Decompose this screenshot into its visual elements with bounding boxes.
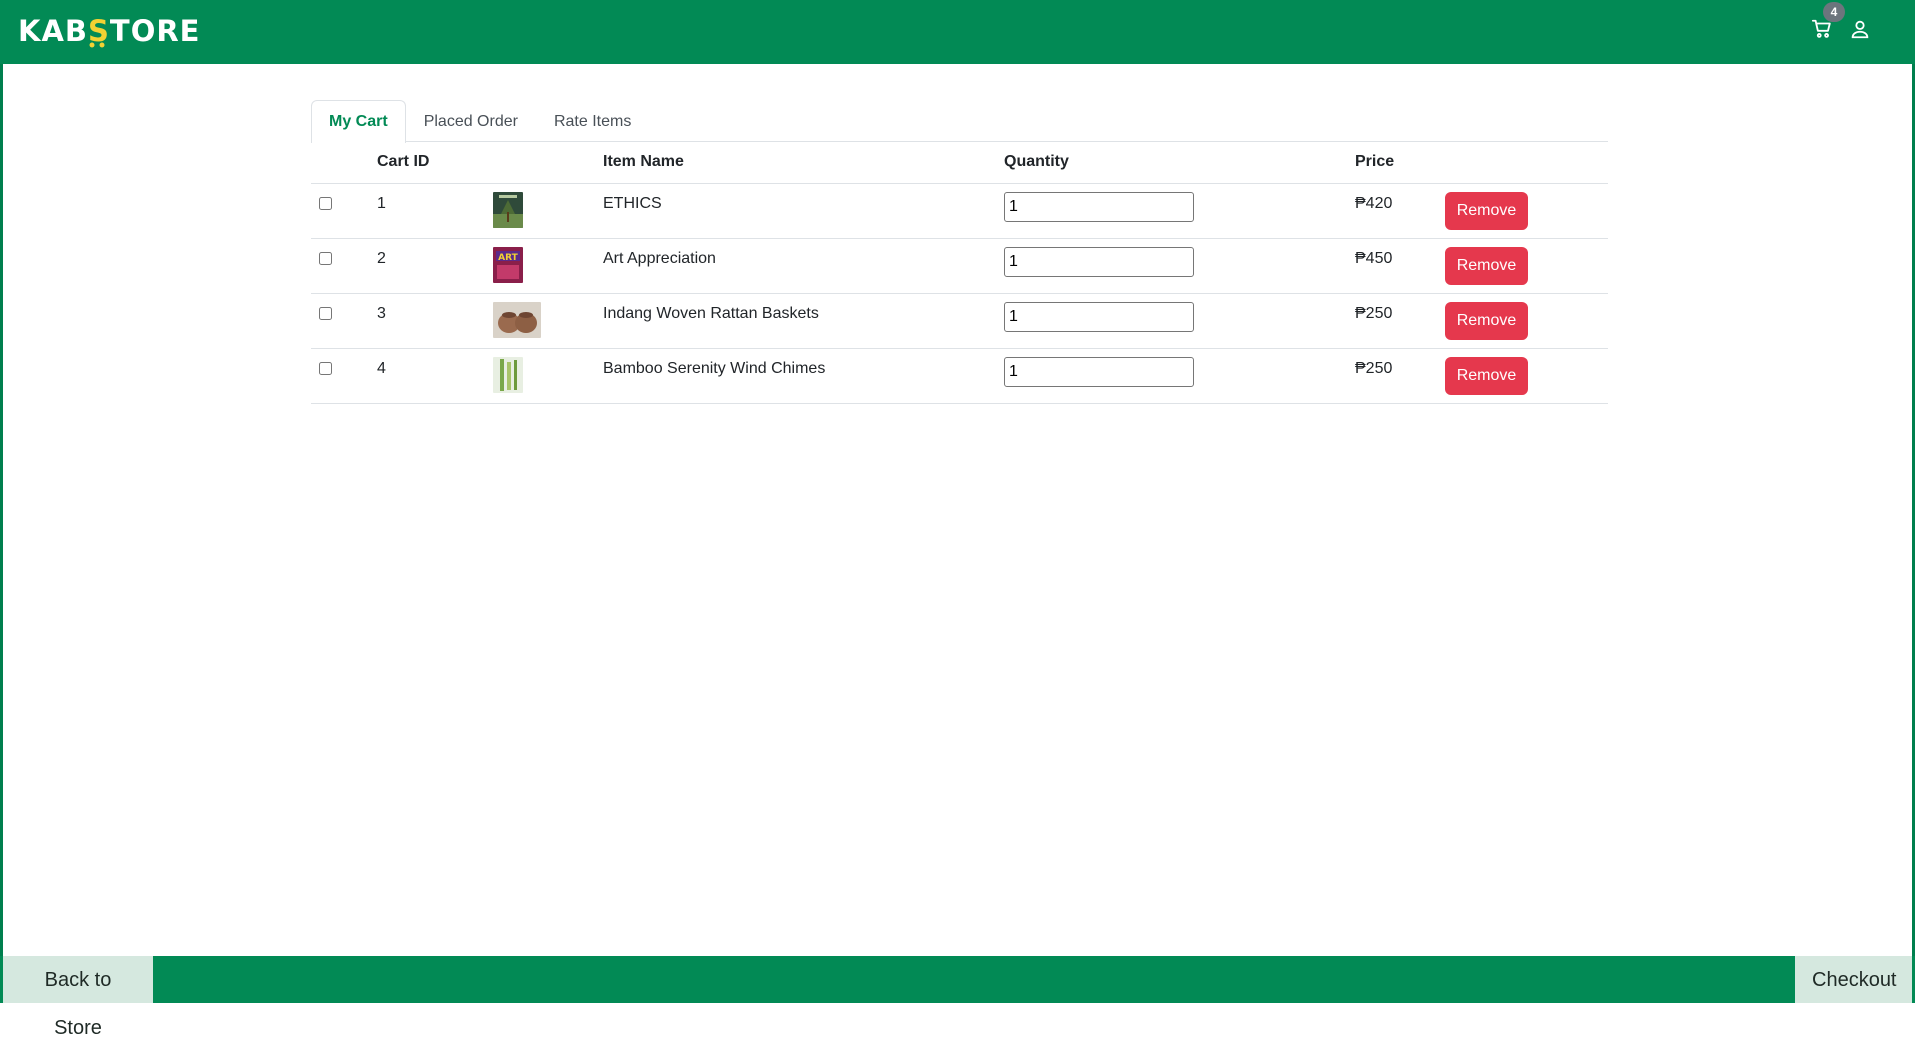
header-actions (1437, 142, 1608, 184)
table-row: 2 ART Art Appreciation ₱450 Remove (311, 238, 1608, 294)
header-cart-id: Cart ID (369, 142, 485, 184)
quantity-input[interactable] (1004, 246, 1194, 277)
bottom-action-bar: Back to Store Checkout (0, 956, 1915, 1039)
price-cell: ₱250 (1347, 348, 1437, 404)
rattan-baskets-thumbnail (493, 301, 541, 338)
top-navbar: KAB S TORE 4 (0, 0, 1915, 64)
cart-count-badge: 4 (1823, 2, 1845, 22)
table-row: 4 Bamboo Serenity Wind Chimes ₱250 Remov… (311, 348, 1608, 404)
quantity-cell (996, 238, 1347, 294)
logo-text-accent: S (88, 14, 110, 48)
checkout-button[interactable]: Checkout (1795, 956, 1912, 1003)
row-select-checkbox[interactable] (319, 196, 332, 210)
quantity-input[interactable] (1004, 356, 1194, 387)
quantity-cell (996, 293, 1347, 349)
quantity-cell (996, 183, 1347, 239)
tab-rate-items[interactable]: Rate Items (536, 100, 649, 142)
header-quantity: Quantity (996, 142, 1347, 184)
header-item-name: Item Name (595, 142, 996, 184)
thumb-cell: ART (485, 238, 595, 294)
remove-button[interactable]: Remove (1445, 246, 1528, 285)
logo-cart-icon (89, 42, 105, 48)
cart-id-cell: 4 (369, 348, 485, 404)
row-select-checkbox[interactable] (319, 361, 332, 375)
tab-my-cart[interactable]: My Cart (311, 100, 406, 143)
user-icon[interactable] (1849, 18, 1871, 40)
thumb-cell (485, 348, 595, 404)
header-select (311, 142, 369, 184)
thumb-cell (485, 293, 595, 349)
price-cell: ₱420 (1347, 183, 1437, 239)
table-row: 3 Indang Woven Rattan Baskets ₱250 Remov… (311, 293, 1608, 349)
table-row: 1 ETHICS ₱420 Remove (311, 183, 1608, 239)
cart-content: My Cart Placed Order Rate Items Cart ID … (311, 100, 1608, 404)
wind-chimes-thumbnail (493, 356, 523, 393)
action-cell: Remove (1437, 183, 1608, 239)
item-name-cell: ETHICS (595, 183, 996, 239)
svg-text:ART: ART (498, 253, 518, 263)
ethics-book-thumbnail (493, 191, 523, 228)
remove-button[interactable]: Remove (1445, 191, 1528, 230)
cart-id-cell: 1 (369, 183, 485, 239)
logo-text-kab: KAB (18, 14, 89, 48)
price-cell: ₱250 (1347, 293, 1437, 349)
remove-button[interactable]: Remove (1445, 356, 1528, 395)
quantity-input[interactable] (1004, 301, 1194, 332)
item-name-cell: Art Appreciation (595, 238, 996, 294)
cart-id-cell: 2 (369, 238, 485, 294)
action-cell: Remove (1437, 348, 1608, 404)
action-cell: Remove (1437, 293, 1608, 349)
header-image (485, 142, 595, 184)
item-name-cell: Bamboo Serenity Wind Chimes (595, 348, 996, 404)
cart-tabs: My Cart Placed Order Rate Items (311, 100, 1608, 143)
header-price: Price (1347, 142, 1437, 184)
thumb-cell (485, 183, 595, 239)
row-select-checkbox[interactable] (319, 306, 332, 320)
cart-table: Cart ID Item Name Quantity Price 1 ETHIC… (311, 142, 1608, 404)
art-book-thumbnail: ART (493, 246, 523, 283)
remove-button[interactable]: Remove (1445, 301, 1528, 340)
back-to-store-button[interactable]: Back to Store (3, 956, 153, 1039)
table-header-row: Cart ID Item Name Quantity Price (311, 142, 1608, 184)
item-name-cell: Indang Woven Rattan Baskets (595, 293, 996, 349)
quantity-input[interactable] (1004, 191, 1194, 222)
action-cell: Remove (1437, 238, 1608, 294)
logo-text-tore: TORE (109, 14, 201, 48)
row-select-checkbox[interactable] (319, 251, 332, 265)
cart-id-cell: 3 (369, 293, 485, 349)
quantity-cell (996, 348, 1347, 404)
price-cell: ₱450 (1347, 238, 1437, 294)
kabstore-logo[interactable]: KAB S TORE (18, 13, 201, 49)
tab-placed-order[interactable]: Placed Order (406, 100, 536, 142)
